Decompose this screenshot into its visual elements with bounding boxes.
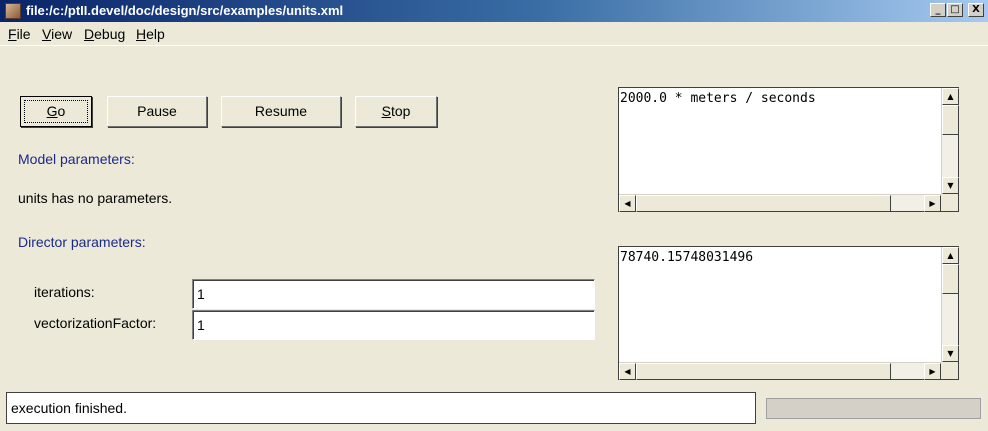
display-output-2-text: 78740.15748031496 [620, 250, 754, 265]
minimize-button[interactable]: _ [930, 3, 946, 17]
status-bar: execution finished. [0, 387, 988, 431]
stop-button[interactable]: Stop [355, 96, 437, 127]
progress-bar [766, 398, 981, 419]
menu-debug-mnemonic: D [84, 26, 95, 42]
scroll-thumb[interactable] [942, 105, 959, 135]
vertical-scrollbar[interactable]: ▲ ▼ [941, 247, 959, 362]
display-output-1[interactable]: 2000.0 * meters / seconds ▲ ▼ ◀ ▶ [618, 87, 959, 212]
stop-label: top [390, 103, 411, 119]
vertical-scrollbar[interactable]: ▲ ▼ [941, 88, 959, 194]
horizontal-scrollbar[interactable]: ◀ ▶ [619, 362, 941, 380]
scroll-thumb[interactable] [636, 195, 891, 212]
scroll-up-button[interactable]: ▲ [942, 88, 959, 105]
scroll-thumb[interactable] [636, 363, 891, 380]
go-button[interactable]: Go [20, 96, 92, 127]
menu-help-label: elp [146, 26, 165, 42]
scroll-thumb[interactable] [942, 264, 959, 294]
scroll-left-button[interactable]: ◀ [619, 195, 636, 212]
menu-file[interactable]: File [8, 26, 31, 42]
scroll-down-button[interactable]: ▼ [942, 345, 959, 362]
scroll-corner [941, 362, 958, 379]
scroll-up-button[interactable]: ▲ [942, 247, 959, 264]
title-bar[interactable]: file:/c:/ptII.devel/doc/design/src/examp… [0, 0, 988, 22]
vectorization-factor-field[interactable]: 1 [192, 310, 595, 340]
status-message: execution finished. [6, 392, 756, 424]
resume-button[interactable]: Resume [221, 96, 341, 127]
scroll-right-button[interactable]: ▶ [924, 363, 941, 380]
menu-help[interactable]: Help [136, 26, 165, 42]
focus-ring [24, 100, 88, 123]
menu-help-mnemonic: H [136, 26, 147, 42]
display-output-1-text: 2000.0 * meters / seconds [620, 91, 816, 106]
menu-view-mnemonic: V [42, 26, 52, 42]
model-no-parameters-text: units has no parameters. [18, 190, 173, 206]
menu-debug[interactable]: Debug [84, 26, 125, 42]
scroll-right-button[interactable]: ▶ [924, 195, 941, 212]
iterations-label: iterations: [34, 284, 95, 300]
run-panel: Go Pause Resume Stop Model parameters: u… [0, 46, 988, 387]
menu-view[interactable]: View [42, 26, 72, 42]
vectorization-factor-label: vectorizationFactor: [34, 315, 157, 331]
menu-file-label: ile [16, 26, 31, 42]
scroll-left-button[interactable]: ◀ [619, 363, 636, 380]
director-parameters-heading: Director parameters: [18, 234, 146, 250]
menu-debug-label: ebug [94, 26, 126, 42]
scroll-down-button[interactable]: ▼ [942, 177, 959, 194]
display-output-2[interactable]: 78740.15748031496 ▲ ▼ ◀ ▶ [618, 246, 959, 380]
close-button[interactable]: X [968, 3, 984, 17]
iterations-field[interactable]: 1 [192, 279, 595, 309]
pause-button[interactable]: Pause [107, 96, 207, 127]
scroll-corner [941, 194, 958, 211]
menu-file-mnemonic: F [8, 26, 17, 42]
horizontal-scrollbar[interactable]: ◀ ▶ [619, 194, 941, 212]
menu-view-label: iew [51, 26, 73, 42]
stop-mnemonic: S [381, 103, 391, 119]
menu-bar: File View Debug Help [0, 22, 988, 46]
model-parameters-heading: Model parameters: [18, 151, 135, 167]
app-icon[interactable] [5, 3, 21, 19]
window-title: file:/c:/ptII.devel/doc/design/src/examp… [26, 3, 344, 18]
maximize-button[interactable]: □ [947, 3, 963, 17]
